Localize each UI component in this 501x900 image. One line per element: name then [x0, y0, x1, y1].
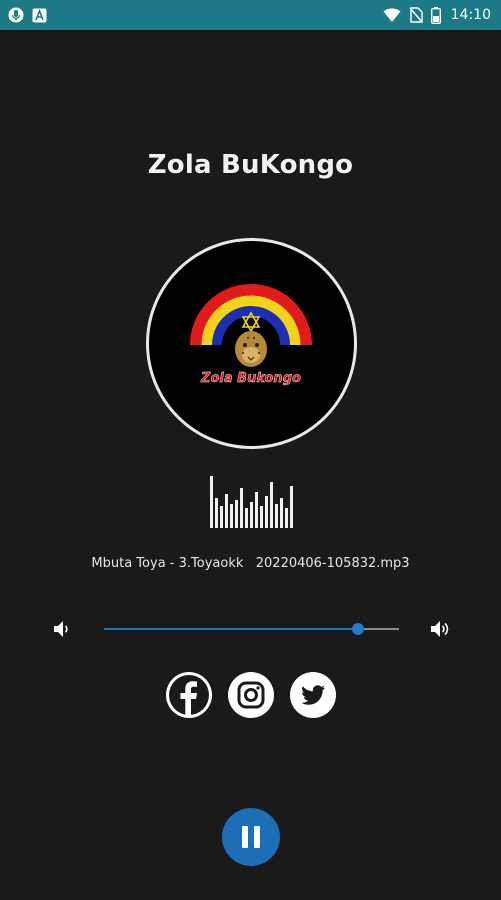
volume-slider[interactable] — [104, 623, 399, 635]
twitter-button[interactable] — [289, 672, 336, 718]
album-cover: Zola Bukongo — [146, 238, 357, 449]
pause-icon-right-bar — [254, 826, 260, 848]
pause-icon-left-bar — [242, 826, 248, 848]
social-links — [0, 672, 501, 718]
instagram-button[interactable] — [227, 672, 274, 718]
audio-visualizer-icon — [210, 476, 293, 528]
no-sim-icon — [409, 7, 423, 23]
wifi-icon — [383, 7, 401, 23]
volume-row — [0, 614, 501, 644]
track-name: Mbuta Toya - 3.Toyaokk 20220406-105832.m… — [91, 556, 410, 571]
volume-high-icon[interactable] — [429, 619, 451, 643]
cover-text: Zola Bukongo — [200, 371, 301, 386]
facebook-icon — [168, 675, 209, 715]
volume-low-icon[interactable] — [52, 619, 70, 643]
status-left — [8, 7, 47, 23]
facebook-button[interactable] — [165, 672, 212, 718]
leopard-icon — [235, 331, 267, 367]
station-logo: Zola Bukongo — [190, 284, 312, 386]
pause-button[interactable] — [222, 808, 280, 866]
volume-slider-thumb[interactable] — [351, 623, 364, 635]
instagram-icon — [237, 681, 264, 709]
battery-icon — [430, 6, 441, 24]
status-right: 14:10 — [383, 6, 491, 24]
microphone-icon — [8, 7, 24, 23]
status-time: 14:10 — [450, 7, 491, 23]
status-bar: 14:10 — [0, 0, 501, 30]
twitter-icon — [300, 685, 325, 705]
volume-slider-fill — [104, 628, 358, 630]
app-a-icon — [32, 8, 47, 23]
station-title: Zola BuKongo — [147, 150, 354, 180]
